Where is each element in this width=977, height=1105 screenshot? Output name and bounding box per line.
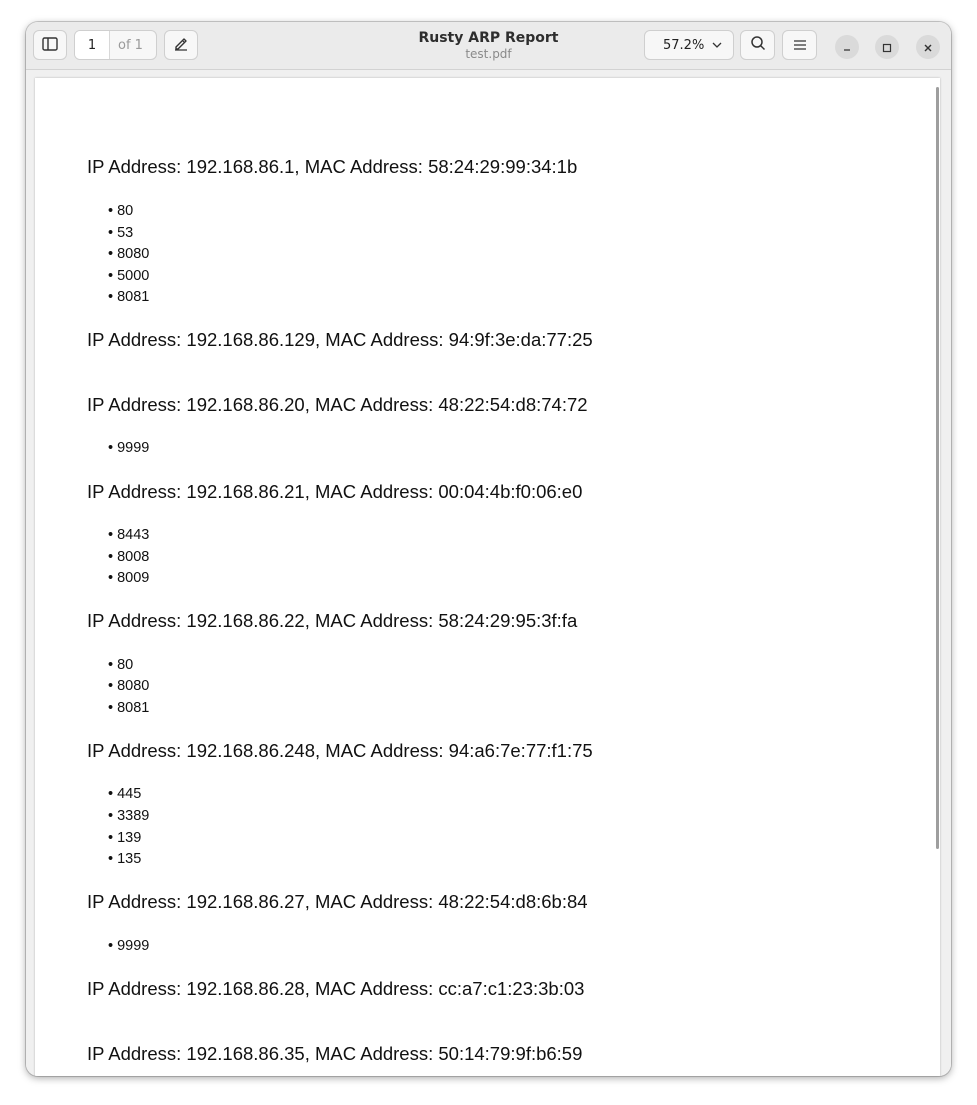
port-item: • 8080 (108, 246, 150, 262)
port-item: • 135 (108, 851, 142, 867)
search-icon (750, 35, 766, 55)
port-number: 8008 (117, 549, 150, 565)
port-number: 8080 (117, 678, 150, 694)
port-item: • 80 (108, 203, 134, 219)
port-number: 9999 (117, 938, 150, 954)
port-item: • 9999 (108, 938, 150, 954)
main-menu-button[interactable] (782, 30, 817, 60)
pdf-page: IP Address: 192.168.86.1, MAC Address: 5… (35, 78, 940, 1076)
host-heading: IP Address: 192.168.86.21, MAC Address: … (87, 481, 583, 502)
host-heading: IP Address: 192.168.86.27, MAC Address: … (87, 891, 588, 912)
port-number: 80 (117, 203, 134, 219)
port-number: 3389 (117, 808, 150, 824)
port-item: • 445 (108, 786, 142, 802)
port-item: • 5000 (108, 268, 150, 284)
port-item: • 8008 (108, 549, 150, 565)
port-item: • 80 (108, 657, 134, 673)
port-number: 445 (117, 786, 142, 802)
port-number: 80 (117, 657, 134, 673)
zoom-level: 57.2% (663, 37, 705, 53)
sidebar-icon (42, 36, 58, 55)
zoom-dropdown[interactable]: 57.2% (644, 30, 734, 60)
window-title: Rusty ARP Report (418, 30, 559, 46)
close-icon (923, 38, 933, 57)
page-count-label: of 1 (118, 37, 143, 53)
host-heading: IP Address: 192.168.86.129, MAC Address:… (87, 329, 593, 350)
chevron-down-icon (711, 39, 723, 55)
port-number: 53 (117, 225, 134, 241)
port-number: 139 (117, 830, 142, 846)
port-item: • 8080 (108, 678, 150, 694)
window-title-block: Rusty ARP Report test.pdf (326, 29, 651, 62)
port-number: 9999 (117, 440, 150, 456)
minimize-button[interactable] (835, 35, 859, 59)
host-heading: IP Address: 192.168.86.20, MAC Address: … (87, 394, 588, 415)
document-view[interactable]: IP Address: 192.168.86.1, MAC Address: 5… (26, 70, 951, 1076)
document-viewer-window: 1 of 1 Rusty ARP Report test.pdf 57.2% I… (26, 22, 951, 1076)
sidebar-toggle-button[interactable] (33, 30, 67, 60)
host-heading: IP Address: 192.168.86.35, MAC Address: … (87, 1043, 583, 1064)
maximize-icon (882, 38, 892, 57)
page-selector: 1 of 1 (74, 30, 157, 60)
port-number: 8080 (117, 246, 150, 262)
maximize-button[interactable] (875, 35, 899, 59)
vertical-scrollbar[interactable] (936, 87, 939, 849)
host-heading: IP Address: 192.168.86.1, MAC Address: 5… (87, 156, 578, 177)
port-number: 5000 (117, 268, 150, 284)
port-number: 135 (117, 851, 142, 867)
port-item: • 53 (108, 225, 134, 241)
port-item: • 139 (108, 830, 142, 846)
header-bar: 1 of 1 Rusty ARP Report test.pdf 57.2% (26, 22, 951, 70)
host-heading: IP Address: 192.168.86.22, MAC Address: … (87, 610, 578, 631)
port-item: • 3389 (108, 808, 150, 824)
minimize-icon (842, 38, 852, 57)
port-item: • 8443 (108, 527, 150, 543)
page-number-input[interactable]: 1 (75, 31, 110, 59)
host-heading: IP Address: 192.168.86.248, MAC Address:… (87, 740, 593, 761)
port-number: 8081 (117, 289, 150, 305)
port-number: 8081 (117, 700, 150, 716)
hamburger-menu-icon (793, 36, 807, 55)
port-item: • 8081 (108, 289, 150, 305)
window-subtitle: test.pdf (465, 47, 512, 61)
port-item: • 8081 (108, 700, 150, 716)
port-item: • 8009 (108, 570, 150, 586)
search-button[interactable] (740, 30, 775, 60)
port-number: 8443 (117, 527, 150, 543)
pen-icon (173, 35, 189, 55)
close-button[interactable] (916, 35, 940, 59)
port-item: • 9999 (108, 440, 150, 456)
host-heading: IP Address: 192.168.86.28, MAC Address: … (87, 978, 585, 999)
port-number: 8009 (117, 570, 150, 586)
annotate-button[interactable] (164, 30, 198, 60)
